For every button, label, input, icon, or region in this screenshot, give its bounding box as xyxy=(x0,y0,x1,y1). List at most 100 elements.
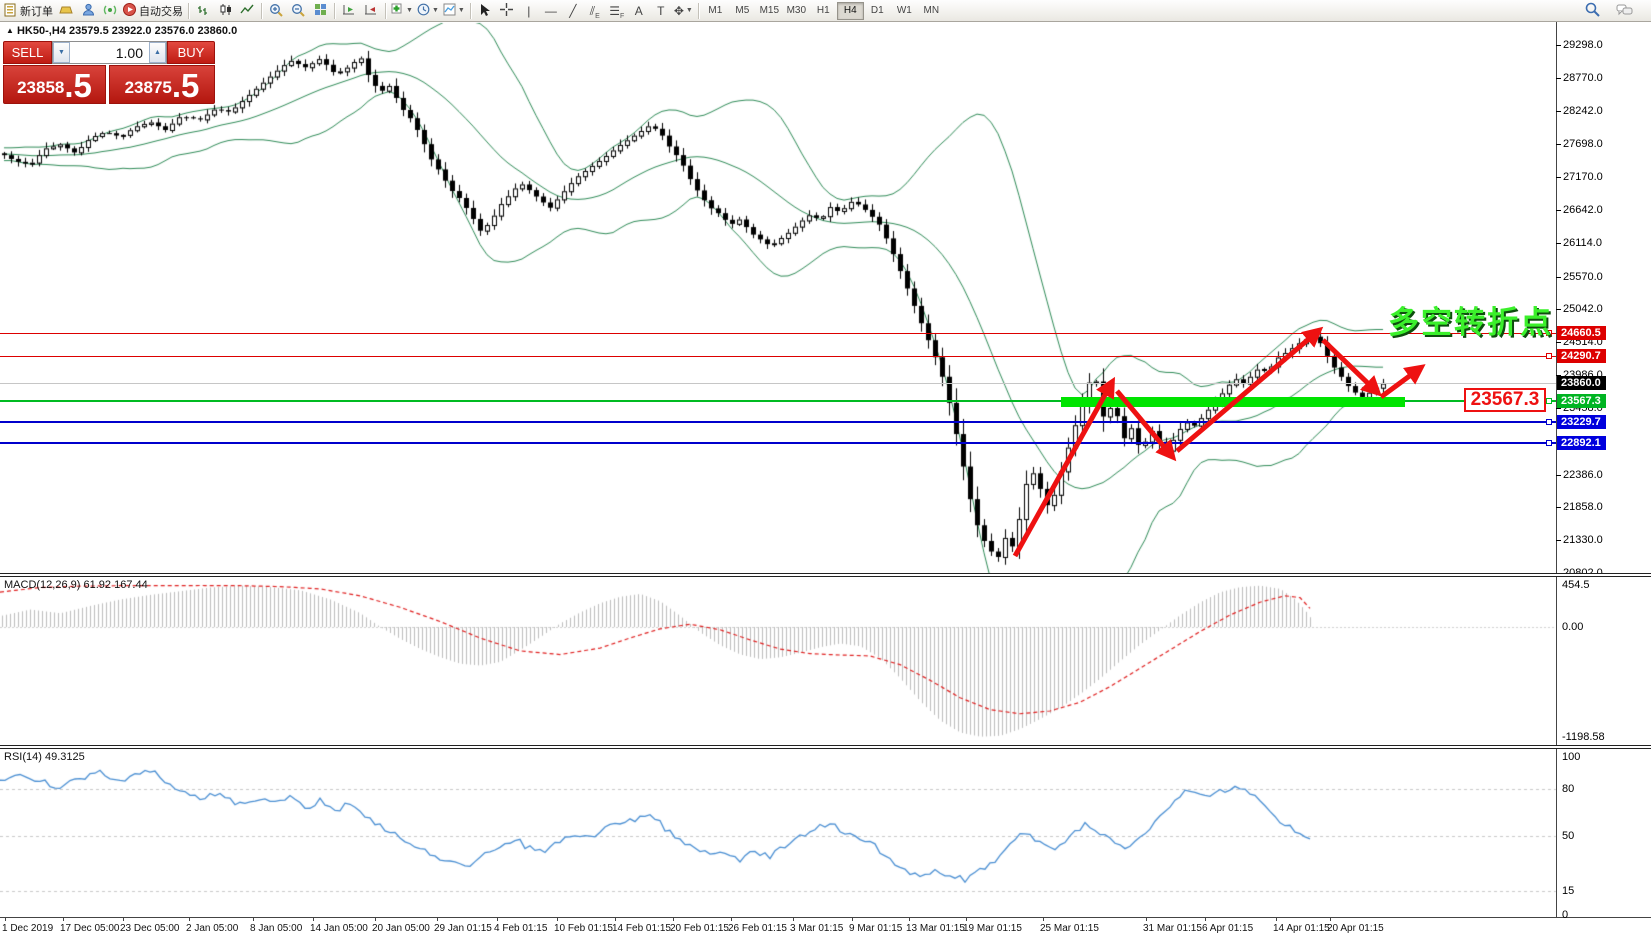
resistance-line-24290[interactable] xyxy=(0,356,1556,357)
channel-button[interactable]: ⫽E xyxy=(584,2,606,20)
horizontal-line-button[interactable]: — xyxy=(540,2,562,20)
tile-windows-button[interactable] xyxy=(309,2,331,20)
autotrading-button[interactable]: 自动交易 xyxy=(121,2,185,20)
pane-separator-rsi[interactable] xyxy=(0,745,1651,749)
support-line-23229[interactable] xyxy=(0,421,1556,423)
community-button[interactable] xyxy=(77,2,99,20)
buy-button[interactable]: BUY xyxy=(167,41,215,64)
periods-button[interactable]: ▼ xyxy=(415,2,441,20)
price-axis-tickmark xyxy=(1556,309,1561,310)
support-zone-band[interactable] xyxy=(1061,397,1405,407)
support-line-22892-handle[interactable] xyxy=(1546,440,1552,446)
candlestick-chart-button[interactable] xyxy=(214,2,236,20)
main-toolbar: 新订单自动交易▼▼▼|—╱⫽E☰FAT✥▼M1M5M15M30H1H4D1W1M… xyxy=(0,0,1651,22)
market-depth-button[interactable] xyxy=(55,2,77,20)
bar-chart-button[interactable] xyxy=(192,2,214,20)
pane-separator-macd[interactable] xyxy=(0,573,1651,577)
time-axis-tickmark xyxy=(793,918,794,921)
chat-button[interactable] xyxy=(1613,2,1635,20)
toolbar-separator xyxy=(188,3,189,19)
price-axis-tickmark xyxy=(1556,210,1561,211)
timeframe-m5[interactable]: M5 xyxy=(729,2,756,20)
time-axis-label: 14 Apr 01:15 xyxy=(1273,923,1330,934)
resistance-line-24290-handle[interactable] xyxy=(1546,353,1552,359)
trendline-button[interactable]: ╱ xyxy=(562,2,584,20)
line-chart-button[interactable] xyxy=(236,2,258,20)
volume-up-button[interactable]: ▲ xyxy=(149,42,166,63)
time-axis-tickmark xyxy=(123,918,124,921)
search-button[interactable] xyxy=(1581,2,1603,20)
price-axis-tickmark xyxy=(1556,78,1561,79)
time-axis-tickmark xyxy=(1043,918,1044,921)
support-line-23567-handle[interactable] xyxy=(1546,398,1552,404)
price-tag-23860.0: 23860.0 xyxy=(1557,376,1606,390)
time-axis-label: 19 Mar 01:15 xyxy=(963,923,1022,934)
price-axis-tick: 21858.0 xyxy=(1563,501,1603,513)
volume-value[interactable]: 1.00 xyxy=(70,42,149,63)
support-line-22892[interactable] xyxy=(0,442,1556,444)
fibonacci-button[interactable]: ☰F xyxy=(606,2,628,20)
timeframe-mn[interactable]: MN xyxy=(918,2,945,20)
ohlc-low: 23576.0 xyxy=(155,25,195,37)
chat-icon xyxy=(1616,3,1633,19)
chart-shift-button[interactable] xyxy=(360,2,382,20)
time-axis-tickmark xyxy=(1330,918,1331,921)
vertical-line-button[interactable]: | xyxy=(518,2,540,20)
time-axis-tickmark xyxy=(189,918,190,921)
sell-price[interactable]: 23858 .5 xyxy=(3,65,106,104)
signals-button[interactable] xyxy=(99,2,121,20)
price-axis-tick: 27698.0 xyxy=(1563,138,1603,150)
time-axis-label: 20 Feb 01:15 xyxy=(670,923,729,934)
rsi-indicator-label: RSI(14) 49.3125 xyxy=(4,751,85,763)
time-axis-label: 4 Feb 01:15 xyxy=(494,923,547,934)
ohlc-open: 23579.5 xyxy=(69,25,109,37)
buy-price[interactable]: 23875 .5 xyxy=(109,65,215,104)
time-axis-tickmark xyxy=(1276,918,1277,921)
price-axis-tickmark xyxy=(1556,342,1561,343)
price-axis-tickmark xyxy=(1556,475,1561,476)
time-axis-tickmark xyxy=(253,918,254,921)
indicators-button[interactable]: ▼ xyxy=(389,2,415,20)
zoom-in-button[interactable] xyxy=(265,2,287,20)
timeframe-h1[interactable]: H1 xyxy=(810,2,837,20)
time-axis-label: 23 Dec 05:00 xyxy=(120,923,180,934)
volume-down-button[interactable]: ▼ xyxy=(53,42,70,63)
sell-button[interactable]: SELL xyxy=(3,41,52,64)
price-axis-tick: 29298.0 xyxy=(1563,39,1603,51)
zoom-out-button[interactable] xyxy=(287,2,309,20)
crosshair-button[interactable] xyxy=(496,2,518,20)
text-button[interactable]: A xyxy=(628,2,650,20)
timeframe-w1[interactable]: W1 xyxy=(891,2,918,20)
time-axis-tickmark xyxy=(1146,918,1147,921)
cursor-button[interactable] xyxy=(474,2,496,20)
toolbar-separator xyxy=(698,3,699,19)
timeframe-d1[interactable]: D1 xyxy=(864,2,891,20)
price-axis-tick: 28770.0 xyxy=(1563,72,1603,84)
turning-point-annotation[interactable]: 多空转折点 xyxy=(1388,297,1553,342)
symbol-marker-icon: ▲ xyxy=(6,26,14,35)
time-axis-tickmark xyxy=(497,918,498,921)
templates-button[interactable]: ▼ xyxy=(441,2,467,20)
price-level-callout[interactable]: 23567.3 xyxy=(1464,388,1546,412)
buy-price-frac: .5 xyxy=(172,66,200,105)
support-line-23229-handle[interactable] xyxy=(1546,419,1552,425)
rsi-name: RSI(14) xyxy=(4,751,42,763)
resistance-line-24660[interactable] xyxy=(0,333,1556,334)
timeframe-m1[interactable]: M1 xyxy=(702,2,729,20)
timeframe-m15[interactable]: M15 xyxy=(756,2,783,20)
arrows-button[interactable]: ✥▼ xyxy=(672,2,695,20)
toolbar-separator xyxy=(470,3,471,19)
timeframe-m30[interactable]: M30 xyxy=(783,2,810,20)
text-label-button[interactable]: T xyxy=(650,2,672,20)
auto-scroll-button[interactable] xyxy=(338,2,360,20)
timeframe-h4[interactable]: H4 xyxy=(837,2,864,20)
time-axis-tickmark xyxy=(731,918,732,921)
price-axis-tickmark xyxy=(1556,45,1561,46)
chart-canvas[interactable] xyxy=(0,0,1651,941)
fibonacci-icon-sub: F xyxy=(620,13,624,20)
macd-scale-tick: -1198.58 xyxy=(1562,731,1605,743)
symbol-name: HK50-,H4 xyxy=(17,25,66,37)
chevron-down-icon: ▼ xyxy=(406,7,413,14)
new-order-button[interactable]: 新订单 xyxy=(2,2,55,20)
text-label-icon: T xyxy=(657,5,664,17)
